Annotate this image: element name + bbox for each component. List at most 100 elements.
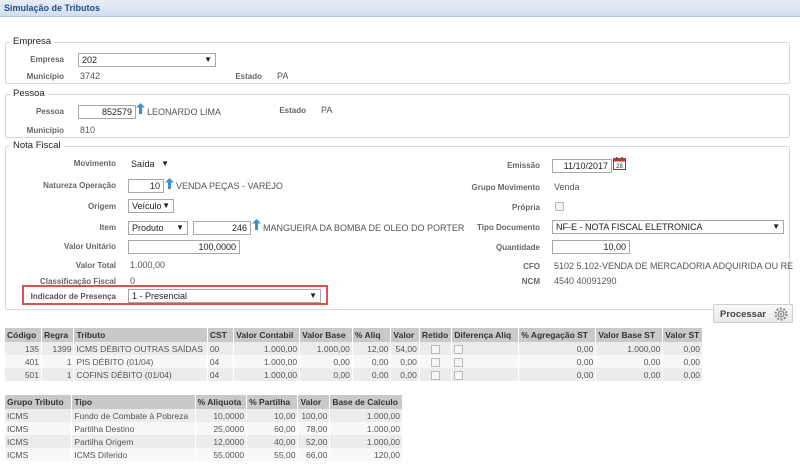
table-cell: 0,00: [390, 368, 420, 381]
window-titlebar: Simulação de Tributos: [0, 0, 800, 17]
table-row[interactable]: ICMS Fundo de Combate à Pobreza 10,0000 …: [5, 409, 403, 422]
table-row[interactable]: 135 1399 ICMS DÉBITO OUTRAS SAÍDAS 00 1.…: [5, 342, 703, 355]
col-valor[interactable]: Valor: [390, 328, 420, 342]
empresa-select[interactable]: 202 ▼: [78, 53, 216, 67]
col-valor-base-st[interactable]: Valor Base ST: [595, 328, 664, 342]
col-grupo-tributo[interactable]: Grupo Tributo: [5, 395, 73, 409]
table-row[interactable]: ICMS ICMS Diferido 55,0000 55,00 66,00 1…: [5, 448, 403, 461]
table-cell: Partilha Destino: [71, 422, 196, 435]
table-cell: 501: [5, 368, 43, 381]
indicador-presenca-label: Indicador de Presença: [30, 292, 116, 301]
propria-checkbox[interactable]: [555, 202, 564, 211]
pessoa-estado-value: PA: [321, 105, 333, 115]
arrow-up-icon[interactable]: [252, 219, 261, 230]
table-cell: 12,0000: [195, 435, 248, 448]
table-cell: 100,00: [297, 409, 331, 422]
origem-label: Origem: [87, 202, 116, 211]
col-tributo[interactable]: Tributo: [73, 328, 208, 342]
col-regra[interactable]: Regra: [41, 328, 75, 342]
table-cell: 04: [207, 368, 235, 381]
table-cell: 0,00: [518, 368, 597, 381]
col-partilha[interactable]: % Partilha: [246, 395, 299, 409]
table-cell: 54,00: [390, 342, 420, 355]
table-row[interactable]: ICMS Partilha Destino 25,0000 60,00 78,0…: [5, 422, 403, 435]
pessoa-code-value: 852579: [101, 107, 132, 117]
table-cell: ICMS: [5, 422, 73, 435]
table-cell: 1.000,00: [233, 342, 301, 355]
pessoa-municipio-label: Município: [26, 126, 64, 135]
valor-total-value: 1.000,00: [130, 260, 166, 270]
chevron-down-icon: ▼: [161, 159, 169, 168]
tributos-header-row: Código Regra Tributo CST Valor Contabil …: [5, 328, 703, 342]
origem-select[interactable]: Veículo ▼: [128, 199, 174, 213]
indicador-presenca-select[interactable]: 1 - Presencial ▼: [128, 289, 321, 303]
natureza-code-input[interactable]: 10: [128, 179, 164, 193]
table-row[interactable]: ICMS Partilha Origem 12,0000 40,00 52,00…: [5, 435, 403, 448]
diferenca-aliq-checkbox[interactable]: [451, 342, 520, 355]
col-diferenca-aliq[interactable]: Diferença Aliq: [451, 328, 520, 342]
col-retido[interactable]: Retido: [419, 328, 453, 342]
table-cell: PIS DÉBITO (01/04): [73, 355, 208, 368]
chevron-down-icon: ▼: [204, 55, 212, 64]
indicador-presenca-value: 1 - Presencial: [132, 291, 188, 301]
table-cell: Fundo de Combate à Pobreza: [71, 409, 196, 422]
valor-unitario-input[interactable]: 100,0000: [128, 240, 240, 254]
table-row[interactable]: 501 1 COFINS DÉBITO (01/04) 04 1.000,00 …: [5, 368, 703, 381]
item-type-value: Produto: [132, 223, 164, 233]
col-base-calculo[interactable]: Base de Calculo: [329, 395, 403, 409]
pessoa-municipio-value: 810: [80, 125, 96, 135]
movimento-select[interactable]: Saída ▼: [128, 158, 172, 172]
table-cell: 55,0000: [195, 448, 248, 461]
tributos-table: Código Regra Tributo CST Valor Contabil …: [5, 328, 703, 381]
col-valor[interactable]: Valor: [297, 395, 331, 409]
pessoa-name: LEONARDO LIMA: [147, 107, 222, 117]
table-cell: 0,00: [390, 355, 420, 368]
svg-text:28: 28: [616, 164, 623, 170]
pessoa-code-input[interactable]: 852579: [78, 105, 136, 119]
diferenca-aliq-checkbox[interactable]: [451, 355, 520, 368]
emissao-input[interactable]: 11/10/2017: [552, 159, 612, 173]
item-type-select[interactable]: Produto ▼: [128, 221, 188, 235]
table-cell: 1399: [41, 342, 75, 355]
col-tipo[interactable]: Tipo: [71, 395, 196, 409]
col-cst[interactable]: CST: [207, 328, 235, 342]
movimento-select-value: Saída: [131, 159, 155, 169]
valor-unitario-label: Valor Unitário: [63, 242, 116, 251]
table-cell: COFINS DÉBITO (01/04): [73, 368, 208, 381]
retido-checkbox[interactable]: [419, 355, 453, 368]
col-aliq[interactable]: % Aliq: [352, 328, 392, 342]
item-code-input[interactable]: 246: [193, 221, 251, 235]
table-cell: 12,00: [352, 342, 392, 355]
table-cell: 1: [41, 355, 75, 368]
col-valor-st[interactable]: Valor ST: [662, 328, 703, 342]
calendar-icon[interactable]: 28: [613, 157, 626, 170]
col-aliquota[interactable]: % Aliquota: [195, 395, 248, 409]
chevron-down-icon: ▼: [176, 223, 184, 232]
col-agregacao-st[interactable]: % Agregação ST: [518, 328, 597, 342]
table-cell: 0,00: [662, 368, 703, 381]
col-valor-contabil[interactable]: Valor Contabil: [233, 328, 301, 342]
pessoa-legend: Pessoa: [10, 88, 48, 99]
table-row[interactable]: 401 1 PIS DÉBITO (01/04) 04 1.000,00 0,0…: [5, 355, 703, 368]
quantidade-input[interactable]: 10,00: [552, 240, 630, 254]
empresa-estado-label: Estado: [235, 72, 262, 81]
table-cell: 0,00: [518, 355, 597, 368]
tipo-documento-select[interactable]: NF-E - NOTA FISCAL ELETRONICA ▼: [552, 220, 784, 234]
pessoa-label: Pessoa: [35, 107, 64, 116]
table-cell: 120,00: [329, 448, 403, 461]
processar-button[interactable]: Processar: [713, 304, 793, 323]
col-codigo[interactable]: Código: [5, 328, 43, 342]
table-cell: ICMS Diferido: [71, 448, 196, 461]
col-valor-base[interactable]: Valor Base: [299, 328, 353, 342]
retido-checkbox[interactable]: [419, 342, 453, 355]
chevron-down-icon: ▼: [309, 291, 317, 300]
page-title: Simulação de Tributos: [4, 3, 101, 13]
diferenca-aliq-checkbox[interactable]: [451, 368, 520, 381]
table-cell: 1: [41, 368, 75, 381]
arrow-up-icon[interactable]: [136, 103, 145, 114]
table-cell: 52,00: [297, 435, 331, 448]
table-cell: 1.000,00: [595, 342, 664, 355]
retido-checkbox[interactable]: [419, 368, 453, 381]
emissao-value: 11/10/2017: [563, 161, 608, 171]
arrow-up-icon[interactable]: [165, 178, 174, 189]
